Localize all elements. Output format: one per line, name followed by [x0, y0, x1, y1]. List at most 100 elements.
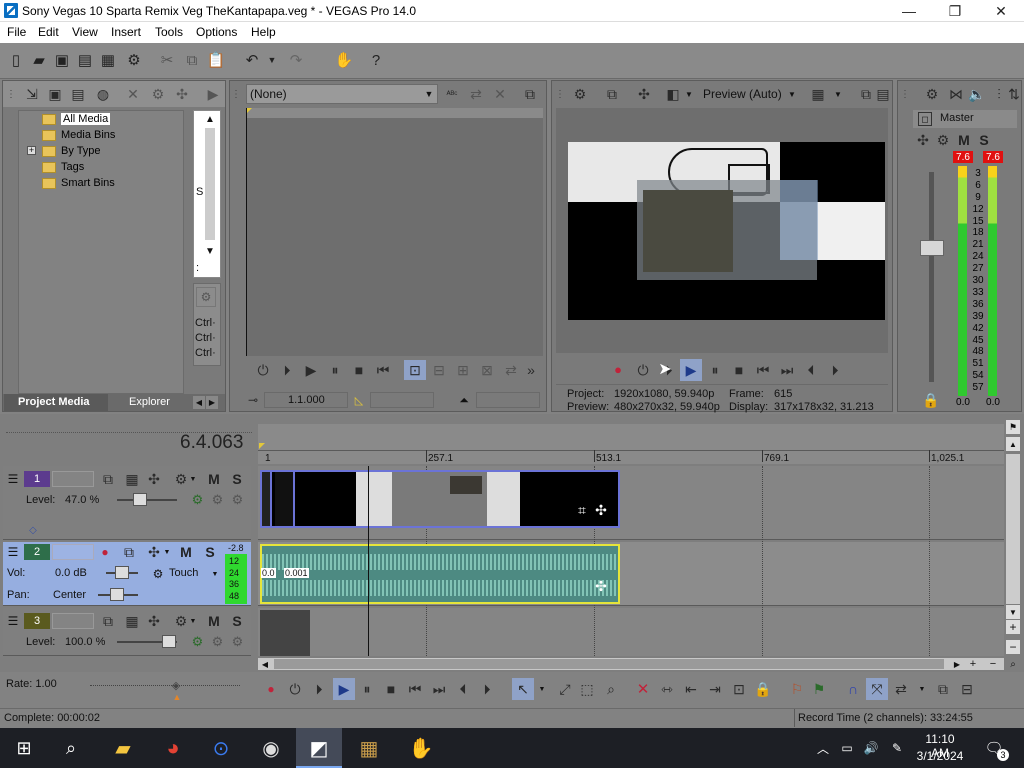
minimize-button[interactable]: —: [886, 0, 932, 22]
track-2-pan-dropdown-icon[interactable]: ▼: [163, 548, 171, 556]
video-clip-track-3[interactable]: [260, 610, 310, 656]
master-gear-icon[interactable]: ⚙: [934, 131, 952, 149]
track-2-mute-button[interactable]: M: [178, 543, 194, 561]
event-crop-icon[interactable]: ⌗: [574, 502, 590, 518]
overlays-dropdown-icon[interactable]: ▼: [833, 89, 843, 99]
timeline-playhead[interactable]: [368, 466, 369, 656]
save-icon[interactable]: ▣: [52, 50, 72, 70]
settings-gear-icon[interactable]: ⚙: [124, 50, 144, 70]
event-fx-icon[interactable]: ✣: [593, 502, 609, 518]
vegas-taskbar-icon[interactable]: ◩: [304, 733, 334, 763]
track-3-grip-icon[interactable]: ☰: [6, 614, 20, 628]
track-3-mute-button[interactable]: M: [206, 612, 222, 630]
tree-item-by-type[interactable]: By Type: [42, 143, 101, 159]
preview-quality-dropdown-icon[interactable]: ▼: [787, 89, 797, 99]
scroll-down-icon[interactable]: ▼: [203, 244, 217, 258]
track-2-pan-icon[interactable]: ✣: [145, 543, 163, 561]
trim-icon[interactable]: ⇿: [658, 680, 676, 698]
save-as-icon[interactable]: ▤: [75, 50, 95, 70]
menu-edit[interactable]: Edit: [38, 25, 59, 39]
vertical-scrollbar[interactable]: [205, 128, 215, 240]
open-folder-icon[interactable]: ▰: [29, 50, 49, 70]
pane-grip-icon[interactable]: ⋮: [5, 85, 17, 103]
ignore-grouping-icon[interactable]: ⊟: [958, 680, 976, 698]
track-1-number[interactable]: 1: [24, 471, 50, 487]
track-3-level-thumb[interactable]: [162, 635, 176, 648]
lock-icon[interactable]: 🔒: [922, 391, 940, 409]
snapping-magnet-icon[interactable]: ∩: [844, 680, 862, 698]
save-snapshot-icon[interactable]: ▤: [874, 85, 892, 103]
copy-icon[interactable]: ⧉: [182, 50, 202, 70]
trim-end-icon[interactable]: ⇥: [706, 680, 724, 698]
pin-icon[interactable]: ⊸: [246, 392, 260, 408]
tree-expander-by-type[interactable]: +: [27, 146, 36, 155]
lock-envelopes-icon[interactable]: ⧉: [934, 680, 952, 698]
track-1-level-slider[interactable]: [117, 499, 177, 501]
hscroll-right-icon[interactable]: ▶: [951, 658, 963, 670]
pen-icon[interactable]: ✎: [888, 740, 906, 756]
split-icon[interactable]: ⇄: [502, 361, 520, 379]
track-3-motion-icon[interactable]: ⧉: [99, 612, 117, 630]
preview-loop-icon[interactable]: ⏻: [634, 361, 652, 379]
preview-go-to-end-icon[interactable]: ⏭: [778, 361, 796, 379]
track-1-expand-icon[interactable]: ◇: [26, 524, 40, 536]
track-2-pan-thumb[interactable]: [110, 588, 124, 601]
menu-insert[interactable]: Insert: [111, 25, 141, 39]
auto-crossfade-icon[interactable]: ⤧: [866, 678, 888, 700]
track-2-arm-record-icon[interactable]: ●: [97, 544, 113, 560]
track-3-name-field[interactable]: [52, 613, 94, 629]
play-icon[interactable]: ▶: [302, 361, 320, 379]
render-icon[interactable]: ▦: [98, 50, 118, 70]
import-media-icon[interactable]: ⇲: [22, 85, 42, 103]
redo-icon[interactable]: ↷: [286, 50, 306, 70]
trimmer-ruler[interactable]: [246, 108, 543, 118]
track-3-compositing-icon[interactable]: ⚙: [190, 634, 205, 649]
video-event-thumb[interactable]: [487, 472, 520, 526]
track-1-compositing-icon[interactable]: ⚙: [190, 492, 205, 507]
track-1-motion-icon[interactable]: ⧉: [99, 470, 117, 488]
track-2-name-field[interactable]: [52, 544, 94, 560]
track-2-vol-thumb[interactable]: [115, 566, 129, 579]
trim-start-icon[interactable]: ⇤: [682, 680, 700, 698]
tab-scroll-left-icon[interactable]: ◀: [193, 396, 205, 409]
trimmer-length-box[interactable]: [476, 392, 540, 408]
track-3-child-icon[interactable]: ⚙: [230, 634, 245, 649]
new-project-icon[interactable]: ▯: [6, 50, 26, 70]
marker-flag-icon[interactable]: ⚑: [1006, 420, 1020, 434]
downmix-icon[interactable]: ⋈: [946, 85, 966, 103]
normal-edit-tool-icon[interactable]: ↖: [512, 678, 534, 700]
menu-tools[interactable]: Tools: [155, 25, 183, 39]
preview-grip-icon[interactable]: ⋮: [555, 85, 565, 103]
pause-icon[interactable]: ⏸: [326, 361, 344, 379]
timeline-scroll-down-icon[interactable]: ▼: [1006, 605, 1020, 619]
timeline-next-frame-icon[interactable]: ⏵: [478, 680, 496, 698]
timeline-loop-icon[interactable]: ⏻: [286, 680, 304, 698]
search-icon[interactable]: ⌕: [58, 736, 84, 760]
undo-dropdown-icon[interactable]: ▼: [262, 50, 282, 70]
tray-chevron-up-icon[interactable]: ︿: [816, 740, 830, 756]
paste-icon[interactable]: 📋: [206, 50, 226, 70]
video-event-thumb[interactable]: [356, 472, 392, 526]
automation-dropdown-icon[interactable]: ▼: [211, 570, 219, 578]
network-app-icon[interactable]: ⊙: [206, 733, 236, 763]
track-1-solo-button[interactable]: S: [229, 470, 245, 488]
trimmer-grip-icon[interactable]: ⋮: [231, 85, 241, 103]
loop-icon[interactable]: ⏻: [254, 361, 272, 379]
timeline-vscrollbar[interactable]: [1006, 454, 1020, 604]
hscroll-thumb[interactable]: [274, 659, 944, 669]
track-3-solo-button[interactable]: S: [229, 612, 245, 630]
track-2-grip-icon[interactable]: ☰: [6, 545, 20, 559]
cut-icon[interactable]: ✂: [157, 50, 177, 70]
copy-snapshot-icon[interactable]: ⧉: [856, 85, 876, 103]
envelope-tool-icon[interactable]: ⤢: [556, 680, 574, 698]
dim-output-icon[interactable]: 🔈: [968, 85, 986, 103]
automation-gear-icon[interactable]: ⚙: [150, 566, 166, 581]
media-fx-icon[interactable]: ⚙: [148, 85, 168, 103]
app-taskbar-icon[interactable]: ✋: [406, 733, 436, 763]
preview-quality[interactable]: Preview (Auto): [703, 87, 782, 101]
track-3-pan-icon[interactable]: ✣: [145, 612, 163, 630]
file-explorer-icon[interactable]: ▰: [108, 733, 138, 763]
undo-icon[interactable]: ↶: [242, 50, 262, 70]
selection-tool-icon[interactable]: ⬚: [578, 680, 596, 698]
preview-prev-frame-icon[interactable]: ⏴: [802, 361, 820, 379]
